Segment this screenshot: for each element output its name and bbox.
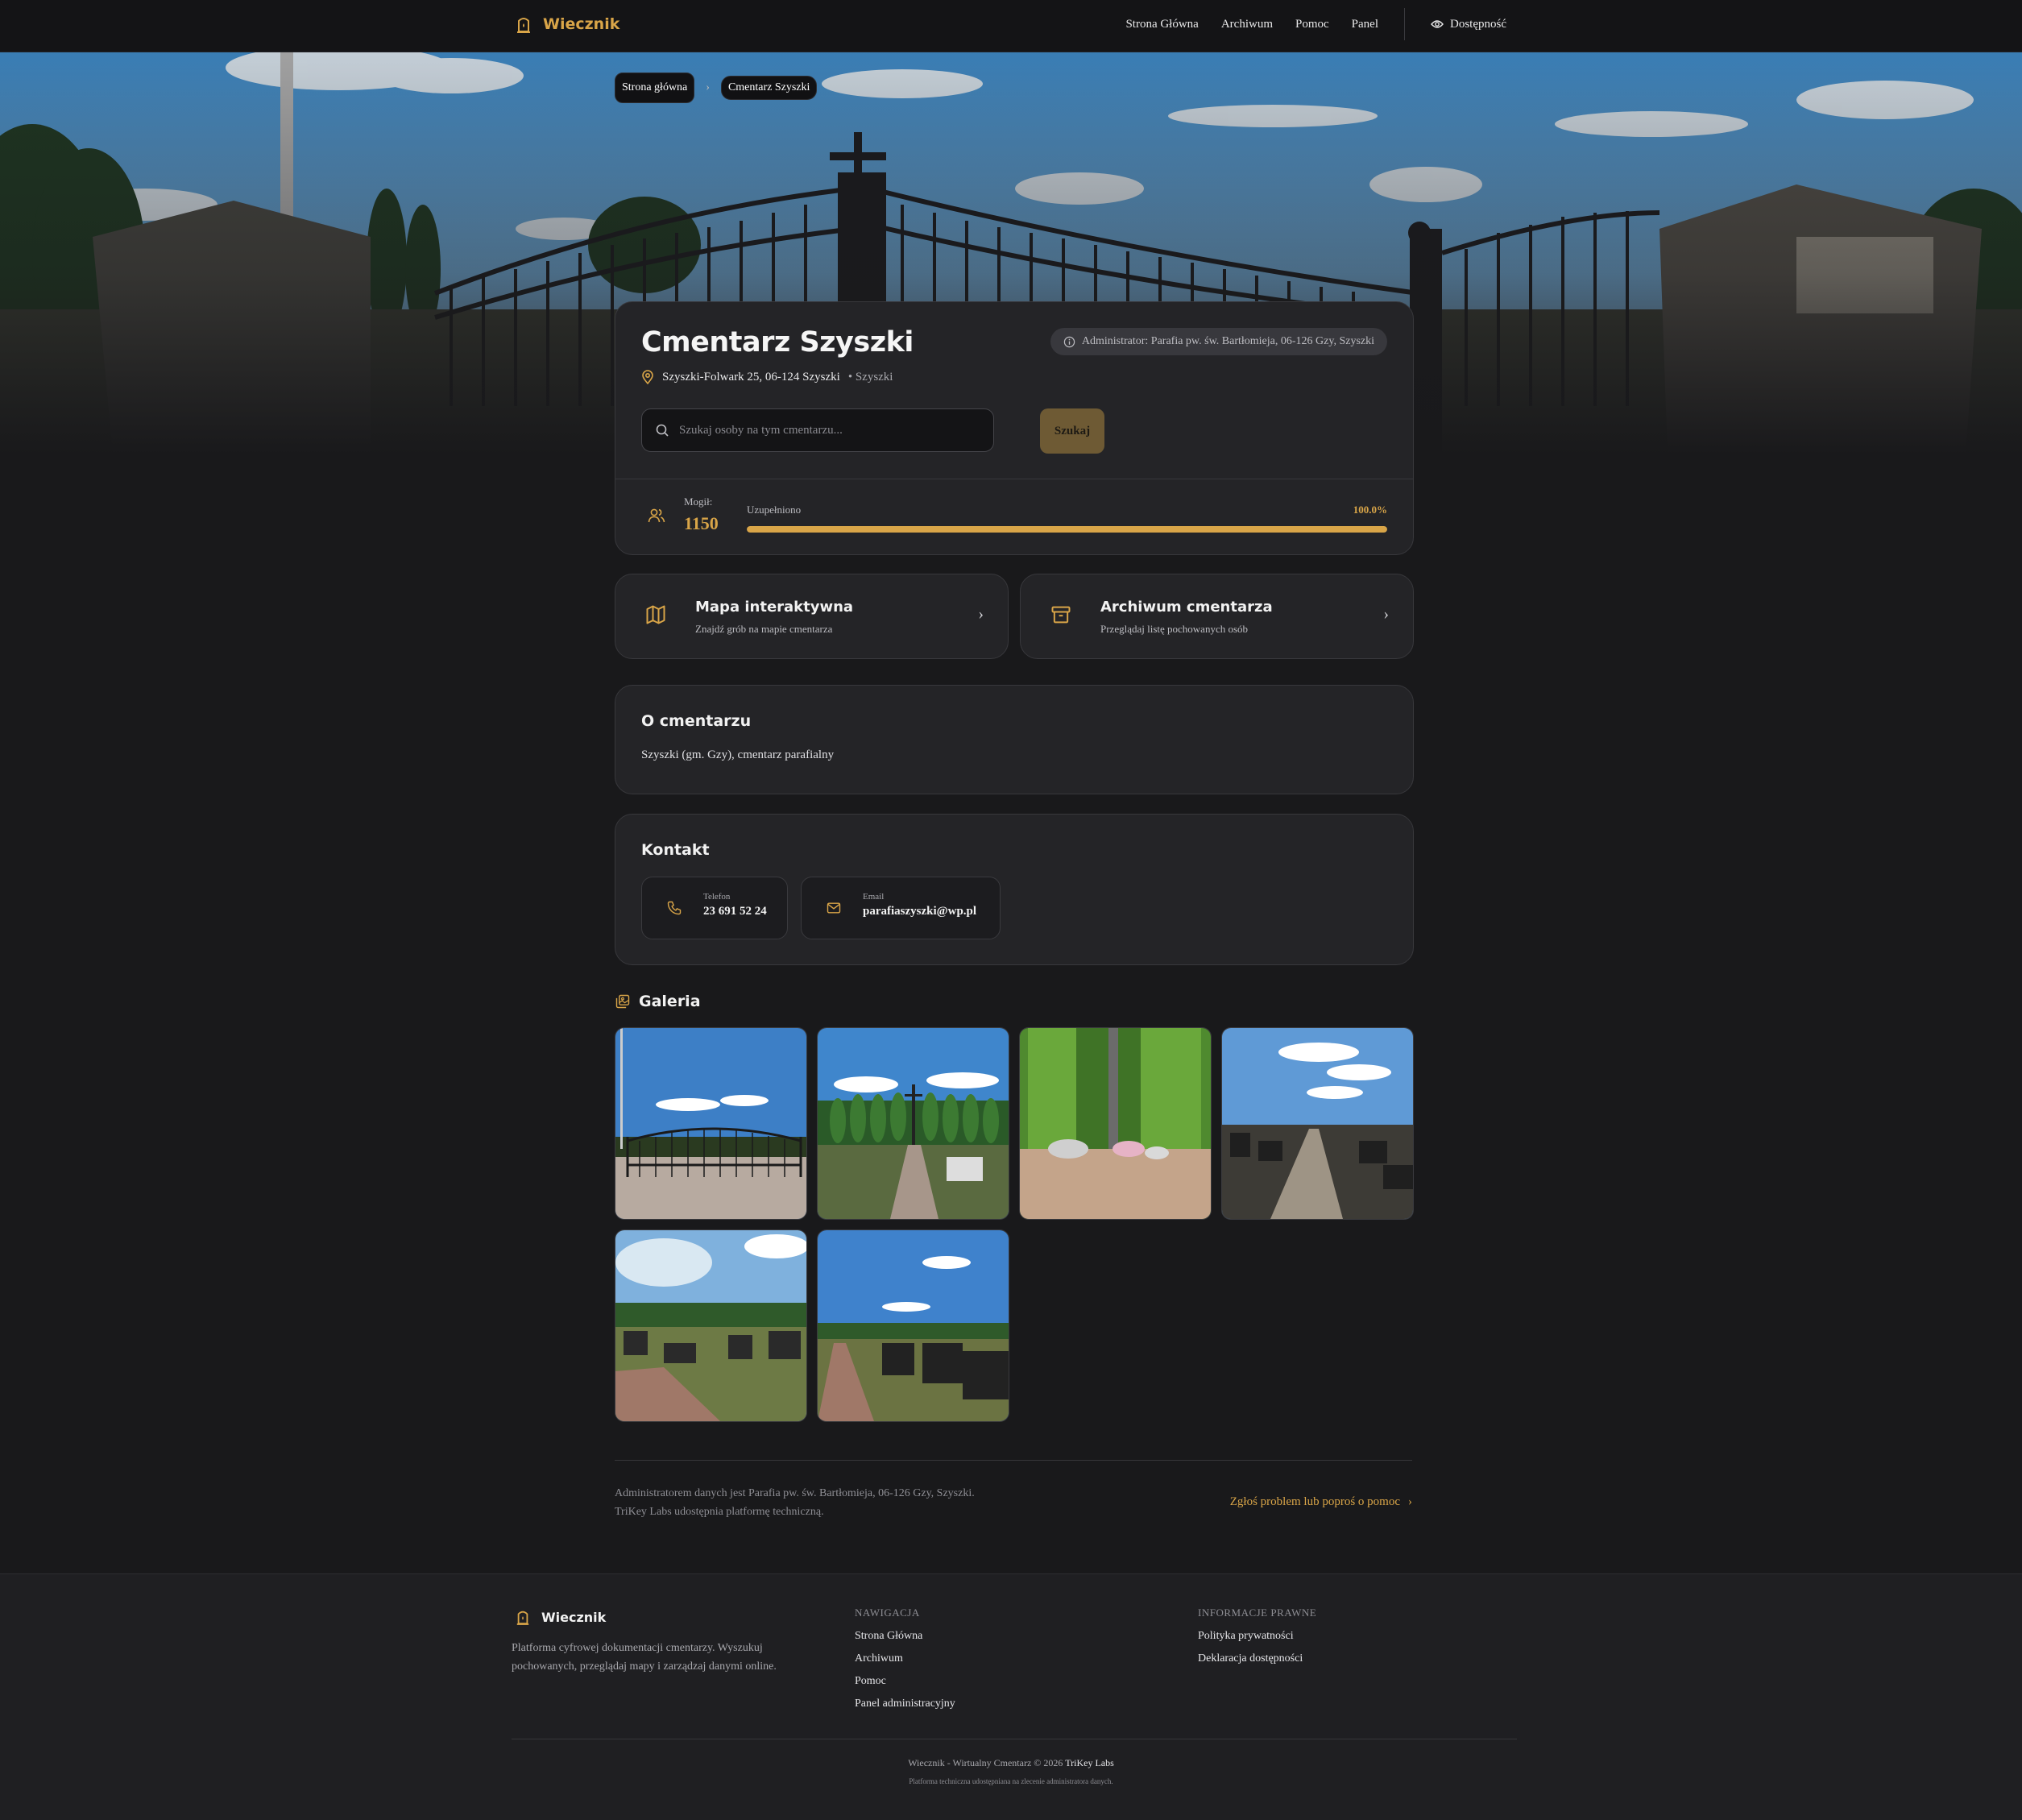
users-icon xyxy=(648,508,665,523)
person-search-input[interactable]: Szukaj osoby na tym cmentarzu... xyxy=(641,408,994,452)
search-placeholder: Szukaj osoby na tym cmentarzu... xyxy=(679,423,843,437)
search-button[interactable]: Szukaj xyxy=(1040,408,1104,454)
accessibility-label: Dostępność xyxy=(1450,17,1506,31)
chevron-right-icon: › xyxy=(978,605,984,623)
gallery-heading: Galeria xyxy=(615,993,701,1010)
nav-divider xyxy=(1404,8,1405,40)
data-admin-line2: TriKey Labs udostępnia platformę technic… xyxy=(615,1506,824,1518)
footer-link-accessibility-statement[interactable]: Deklaracja dostępności xyxy=(1198,1652,1303,1665)
archive-icon xyxy=(1051,606,1071,624)
about-cemetery-card: O cmentarzu Szyszki (gm. Gzy), cmentarz … xyxy=(615,685,1414,794)
section-divider xyxy=(615,1460,1412,1461)
archive-card-subtitle: Przeglądaj listę pochowanych osób xyxy=(1100,623,1249,635)
gallery-photo[interactable] xyxy=(1221,1027,1414,1220)
search-icon xyxy=(656,424,669,437)
archive-card-title: Archiwum cmentarza xyxy=(1100,599,1273,616)
map-pin-icon xyxy=(642,370,653,384)
report-problem-link[interactable]: Zgłoś problem lub poproś o pomoc › xyxy=(1230,1495,1412,1509)
brand-name: Wiecznik xyxy=(543,15,620,33)
completion-percent: 100.0% xyxy=(1353,504,1387,516)
map-card-title: Mapa interaktywna xyxy=(695,599,854,616)
breadcrumb-current: Cmentarz Szyszki xyxy=(720,76,818,100)
main-nav: Strona Główna Archiwum Pomoc Panel Dostę… xyxy=(1125,8,1506,40)
gallery-photo[interactable] xyxy=(615,1027,807,1220)
footer-link-home[interactable]: Strona Główna xyxy=(855,1630,922,1643)
nav-panel[interactable]: Panel xyxy=(1352,18,1378,31)
phone-icon xyxy=(667,901,682,915)
images-icon xyxy=(615,994,630,1009)
brand-link[interactable]: Wiecznik xyxy=(516,15,619,34)
page-title: Cmentarz Szyszki xyxy=(641,326,914,359)
footer-link-privacy[interactable]: Polityka prywatności xyxy=(1198,1630,1294,1643)
gallery-photo[interactable] xyxy=(615,1229,807,1422)
map-icon xyxy=(646,605,665,624)
nav-help[interactable]: Pomoc xyxy=(1295,18,1329,31)
phone-contact[interactable]: Telefon 23 691 52 24 xyxy=(641,877,788,939)
copyright-text: Wiecznik - Wirtualny Cmentarz © 2026 xyxy=(908,1757,1063,1768)
top-navbar: Wiecznik Strona Główna Archiwum Pomoc Pa… xyxy=(0,0,2022,52)
chevron-right-icon: › xyxy=(1383,605,1389,623)
candle-lantern-icon xyxy=(517,18,530,33)
chevron-right-icon: › xyxy=(706,81,710,93)
copyright-company[interactable]: TriKey Labs xyxy=(1065,1757,1114,1768)
breadcrumb: Strona główna › Cmentarz Szyszki xyxy=(615,73,818,103)
chevron-right-icon: › xyxy=(1408,1495,1412,1508)
footer-brand-name: Wiecznik xyxy=(541,1609,607,1625)
map-card-subtitle: Znajdź grób na mapie cmentarza xyxy=(695,623,833,635)
nav-archive[interactable]: Archiwum xyxy=(1221,18,1273,31)
data-admin-line1: Administratorem danych jest Parafia pw. … xyxy=(615,1487,975,1499)
mail-icon xyxy=(827,902,841,914)
completion-label: Uzupełniono xyxy=(747,504,802,516)
eye-icon xyxy=(1431,20,1444,28)
about-text: Szyszki (gm. Gzy), cmentarz parafialny xyxy=(641,748,835,761)
gallery-photo[interactable] xyxy=(1019,1027,1212,1220)
cemetery-archive-card[interactable]: Archiwum cmentarza Przeglądaj listę poch… xyxy=(1020,574,1414,659)
report-problem-label: Zgłoś problem lub poproś o pomoc xyxy=(1229,1495,1400,1508)
footer-link-help[interactable]: Pomoc xyxy=(855,1675,886,1688)
completion-progress-bar xyxy=(747,526,1387,533)
cemetery-summary-card: Cmentarz Szyszki Administrator: Parafia … xyxy=(615,301,1414,555)
gallery-photo[interactable] xyxy=(817,1027,1009,1220)
footer-nav-heading: NAWIGACJA xyxy=(855,1606,920,1619)
email-contact[interactable]: Email parafiaszyszki@wp.pl xyxy=(801,877,1001,939)
about-title: O cmentarzu xyxy=(641,712,752,730)
candle-lantern-icon xyxy=(516,1611,529,1625)
administrator-text: Administrator: Parafia pw. św. Bartłomie… xyxy=(1081,335,1374,347)
cemetery-address: Szyszki-Folwark 25, 06-124 Szyszki • Szy… xyxy=(641,370,893,384)
graves-count: 1150 xyxy=(684,513,719,533)
footer-brand[interactable]: Wiecznik xyxy=(516,1608,606,1626)
copyright: Wiecznik - Wirtualny Cmentarz © 2026 Tri… xyxy=(0,1757,2022,1769)
breadcrumb-home[interactable]: Strona główna xyxy=(615,73,695,103)
footer-legal-heading: INFORMACJE PRAWNE xyxy=(1198,1606,1317,1619)
gallery-photo[interactable] xyxy=(817,1229,1009,1422)
email-label: Email xyxy=(863,892,885,902)
address-text: Szyszki-Folwark 25, 06-124 Szyszki xyxy=(662,370,840,383)
phone-value: 23 691 52 24 xyxy=(703,905,767,918)
footer-subnote: Platforma techniczna udostępniana na zle… xyxy=(909,1777,1113,1785)
info-icon xyxy=(1063,336,1075,347)
contact-title: Kontakt xyxy=(641,841,710,859)
email-value: parafiaszyszki@wp.pl xyxy=(863,905,977,918)
site-footer: Wiecznik Platforma cyfrowej dokumentacji… xyxy=(0,1573,2022,1820)
footer-link-admin-panel[interactable]: Panel administracyjny xyxy=(855,1698,955,1710)
interactive-map-card[interactable]: Mapa interaktywna Znajdź grób na mapie c… xyxy=(615,574,1009,659)
town-text: • Szyszki xyxy=(847,370,893,383)
completion-progress-fill xyxy=(747,526,1387,533)
footer-link-archive[interactable]: Archiwum xyxy=(855,1652,903,1665)
footer-description: Platforma cyfrowej dokumentacji cmentarz… xyxy=(512,1642,777,1673)
accessibility-button[interactable]: Dostępność xyxy=(1431,18,1506,31)
contact-card: Kontakt Telefon 23 691 52 24 Email paraf… xyxy=(615,814,1414,965)
gallery-title: Galeria xyxy=(639,993,701,1010)
phone-label: Telefon xyxy=(703,892,731,902)
data-admin-note: Administratorem danych jest Parafia pw. … xyxy=(615,1484,975,1521)
graves-label: Mogił: xyxy=(684,495,713,508)
nav-home[interactable]: Strona Główna xyxy=(1125,18,1198,31)
administrator-badge: Administrator: Parafia pw. św. Bartłomie… xyxy=(1050,328,1387,355)
